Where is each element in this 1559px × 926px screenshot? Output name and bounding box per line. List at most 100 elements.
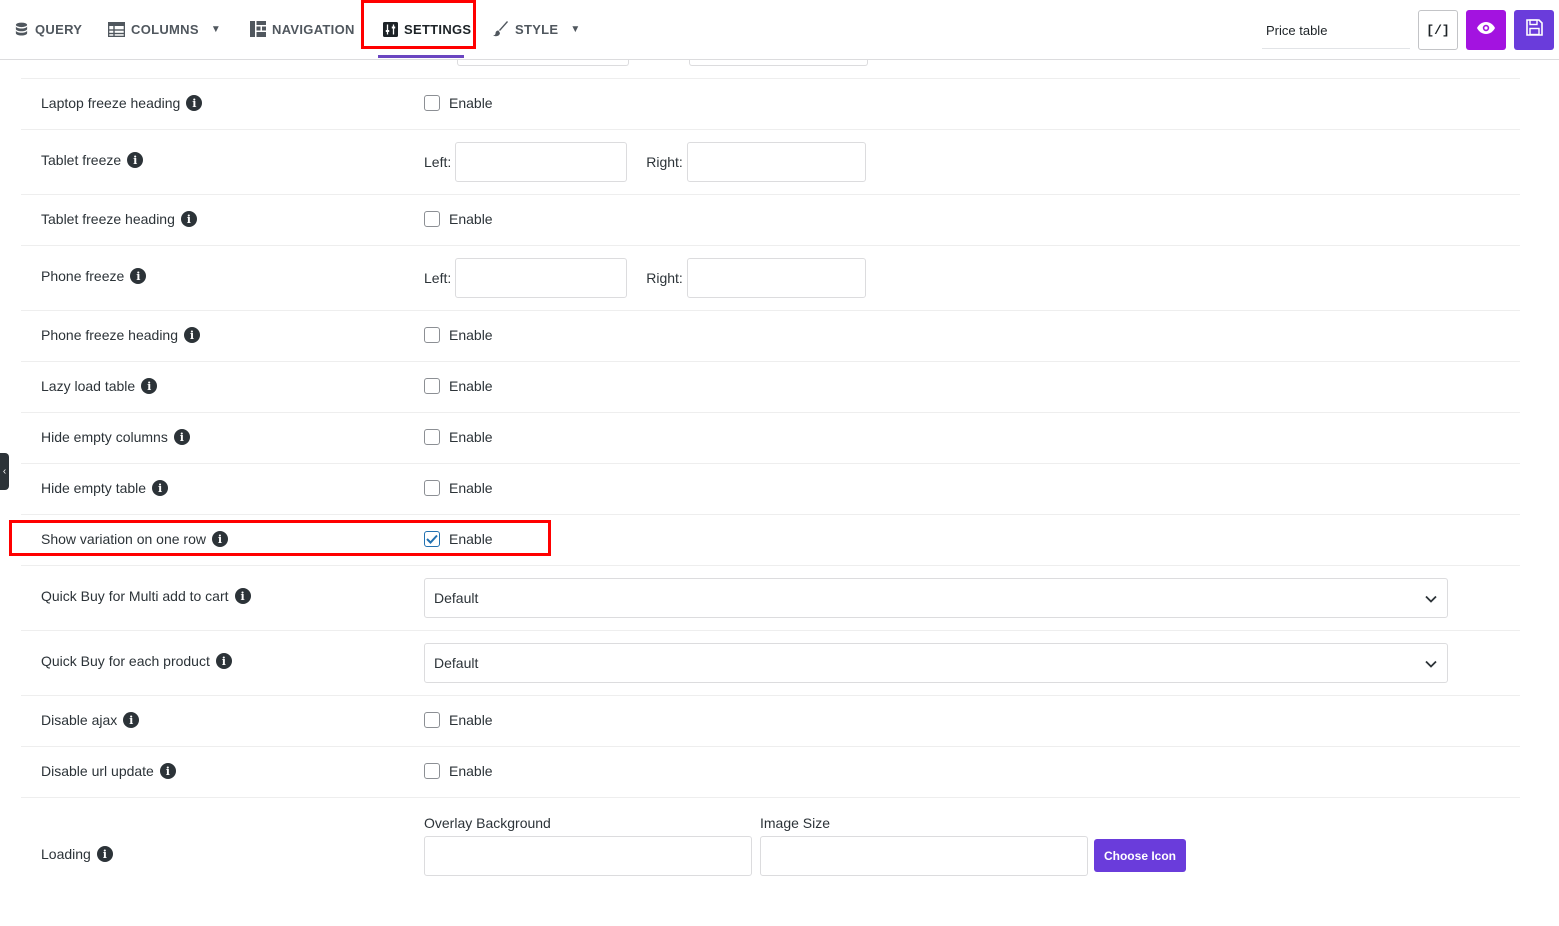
collapse-sidebar-handle[interactable]: ‹	[0, 453, 9, 490]
chevron-down-icon	[1425, 655, 1437, 671]
chevron-down-icon	[1425, 590, 1437, 606]
info-icon[interactable]: i	[215, 653, 232, 669]
tablet-freeze-right-input[interactable]	[686, 142, 866, 182]
info-icon[interactable]: i	[173, 429, 190, 445]
info-icon[interactable]: i	[184, 327, 200, 343]
chevron-down-icon: ▼	[210, 23, 222, 35]
tab-query[interactable]: QUERY	[14, 0, 82, 58]
setting-label: Hide empty columns	[41, 429, 168, 445]
tab-settings-label: SETTINGS	[404, 21, 472, 37]
info-icon[interactable]: i	[141, 378, 158, 394]
image-size-input[interactable]	[760, 836, 1088, 876]
phone-freeze-right-input[interactable]	[686, 258, 866, 298]
setting-label: Phone freeze heading	[41, 327, 178, 343]
shortcode-button[interactable]: [/]	[1418, 10, 1458, 50]
setting-label: Loading	[41, 846, 91, 862]
tab-navigation[interactable]: NAVIGATION	[250, 0, 355, 58]
checkbox-label: Enable	[449, 378, 493, 394]
tab-columns[interactable]: COLUMNS ▼	[108, 0, 221, 58]
phone-freeze-fields: Left: Right:	[424, 258, 866, 298]
checkbox[interactable]	[424, 712, 440, 728]
setting-label: Hide empty table	[41, 480, 147, 496]
quick-buy-multi-select[interactable]: Default	[424, 578, 1448, 618]
choose-icon-button[interactable]: Choose Icon	[1094, 839, 1186, 872]
select-value: Default	[434, 590, 479, 606]
setting-label: Quick Buy for Multi add to cart	[41, 588, 229, 604]
row-tablet-freeze-heading: Tablet freeze heading i Enable	[21, 195, 1520, 246]
info-icon[interactable]: i	[159, 763, 176, 779]
tablet-freeze-heading-checkbox[interactable]: Enable	[424, 211, 493, 227]
database-icon	[14, 22, 29, 37]
select-value: Default	[434, 655, 479, 671]
tab-query-label: QUERY	[35, 21, 83, 37]
table-title-input[interactable]	[1262, 12, 1410, 49]
overlay-background-input[interactable]	[424, 836, 752, 876]
info-icon[interactable]: i	[130, 268, 147, 284]
row-phone-freeze-heading: Phone freeze heading i Enable	[21, 311, 1520, 362]
checkbox[interactable]	[424, 480, 440, 496]
checkbox[interactable]	[424, 95, 440, 111]
active-tab-indicator	[378, 55, 464, 58]
save-button[interactable]	[1514, 10, 1554, 50]
navigation-grid-icon	[250, 21, 266, 37]
setting-label: Laptop freeze heading	[41, 95, 181, 111]
setting-label: Tablet freeze heading	[41, 211, 175, 227]
tablet-freeze-fields: Left: Right:	[424, 142, 866, 182]
disable-url-update-checkbox[interactable]: Enable	[424, 763, 493, 779]
info-icon[interactable]: i	[234, 588, 251, 604]
checkbox[interactable]	[424, 327, 440, 343]
show-variation-checkbox[interactable]: Enable	[424, 531, 493, 547]
phone-freeze-left-input[interactable]	[455, 258, 628, 298]
chevron-down-icon: ▼	[570, 23, 581, 35]
row-disable-url-update: Disable url update i Enable	[21, 747, 1520, 798]
setting-label: Lazy load table	[41, 378, 136, 394]
quick-buy-each-select[interactable]: Default	[424, 643, 1448, 683]
tab-style[interactable]: STYLE ▼	[493, 0, 581, 58]
row-disable-ajax: Disable ajax i Enable	[21, 696, 1520, 747]
setting-label: Disable url update	[41, 763, 154, 779]
tab-settings[interactable]: SETTINGS	[383, 0, 471, 58]
setting-label: Tablet freeze	[41, 152, 122, 168]
row-lazy-load: Lazy load table i Enable	[21, 362, 1520, 413]
preview-button[interactable]	[1466, 10, 1506, 50]
info-icon[interactable]: i	[152, 480, 169, 496]
checkbox[interactable]	[424, 429, 440, 445]
checkbox[interactable]	[424, 763, 440, 779]
tablet-freeze-left-input[interactable]	[455, 142, 628, 182]
tab-columns-label: COLUMNS	[131, 21, 199, 37]
right-label: Right:	[646, 154, 683, 170]
checkbox[interactable]	[424, 378, 440, 394]
checkmark-icon	[426, 534, 438, 544]
chevron-left-icon: ‹	[2, 466, 7, 477]
setting-label: Quick Buy for each product	[41, 653, 210, 669]
overlay-background-label: Overlay Background	[424, 815, 551, 831]
brush-icon	[493, 21, 509, 37]
checkbox[interactable]	[424, 531, 440, 547]
eye-icon	[1477, 21, 1495, 39]
info-icon[interactable]: i	[180, 211, 197, 227]
checkbox-label: Enable	[449, 95, 493, 111]
setting-label: Disable ajax	[41, 712, 118, 728]
row-show-variation: Show variation on one row i Enable	[21, 515, 1520, 566]
lazy-load-checkbox[interactable]: Enable	[424, 378, 493, 394]
laptop-freeze-heading-checkbox[interactable]: Enable	[424, 95, 493, 111]
checkbox-label: Enable	[449, 531, 493, 547]
info-icon[interactable]: i	[212, 531, 228, 547]
row-quick-buy-each: Quick Buy for each product i Default	[21, 631, 1520, 696]
info-icon[interactable]: i	[186, 95, 203, 111]
hide-empty-table-checkbox[interactable]: Enable	[424, 480, 493, 496]
info-icon[interactable]: i	[127, 152, 144, 168]
checkbox-label: Enable	[449, 712, 493, 728]
disable-ajax-checkbox[interactable]: Enable	[424, 712, 493, 728]
tab-navigation-label: NAVIGATION	[272, 21, 355, 37]
top-toolbar: QUERY COLUMNS ▼ NAVIGATION SETTINGS STYL…	[0, 0, 1559, 60]
left-label: Left:	[424, 270, 452, 286]
floppy-disk-icon	[1525, 19, 1543, 41]
row-tablet-freeze: Tablet freeze i Left: Right:	[21, 130, 1520, 195]
row-hide-empty-table: Hide empty table i Enable	[21, 464, 1520, 515]
info-icon[interactable]: i	[96, 846, 113, 862]
checkbox[interactable]	[424, 211, 440, 227]
phone-freeze-heading-checkbox[interactable]: Enable	[424, 327, 493, 343]
info-icon[interactable]: i	[123, 712, 140, 728]
hide-empty-columns-checkbox[interactable]: Enable	[424, 429, 493, 445]
